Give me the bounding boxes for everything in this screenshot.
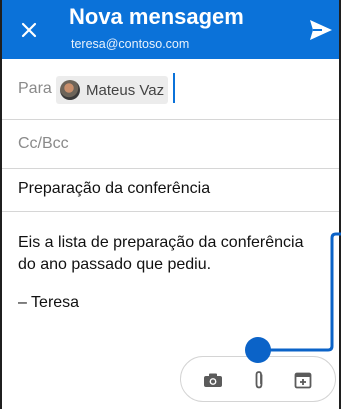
compose-header: Nova mensagem teresa@contoso.com: [2, 0, 339, 59]
close-button[interactable]: [16, 17, 42, 43]
signature: – Teresa: [18, 294, 80, 311]
to-label: Para: [18, 80, 52, 97]
cc-bcc-label: Cc/Bcc: [18, 135, 69, 152]
subject-value: Preparação da conferência: [18, 180, 211, 197]
cc-bcc-field[interactable]: Cc/Bcc: [2, 120, 339, 169]
page-title: Nova mensagem: [69, 4, 244, 29]
send-icon: [310, 20, 332, 40]
calendar-button[interactable]: [291, 369, 315, 391]
body-paragraph: Eis a lista de preparação da conferência…: [18, 234, 304, 273]
camera-icon: [204, 373, 222, 387]
to-field-row[interactable]: Para Mateus Vaz: [2, 59, 339, 120]
calendar-add-icon: [294, 372, 312, 389]
attach-button[interactable]: [247, 369, 271, 391]
attach-icon: [255, 371, 263, 389]
callout-dot: [245, 337, 271, 363]
sender-account: teresa@contoso.com: [71, 37, 190, 51]
avatar: [60, 80, 80, 100]
message-body[interactable]: Eis a lista de preparação da conferência…: [18, 232, 323, 314]
send-button[interactable]: [306, 15, 336, 45]
recipient-name: Mateus Vaz: [86, 81, 165, 99]
close-icon: [21, 22, 37, 38]
recipient-chip[interactable]: Mateus Vaz: [56, 76, 168, 104]
camera-button[interactable]: [201, 369, 225, 391]
subject-field[interactable]: Preparação da conferência: [2, 169, 339, 212]
text-cursor: [173, 73, 175, 103]
